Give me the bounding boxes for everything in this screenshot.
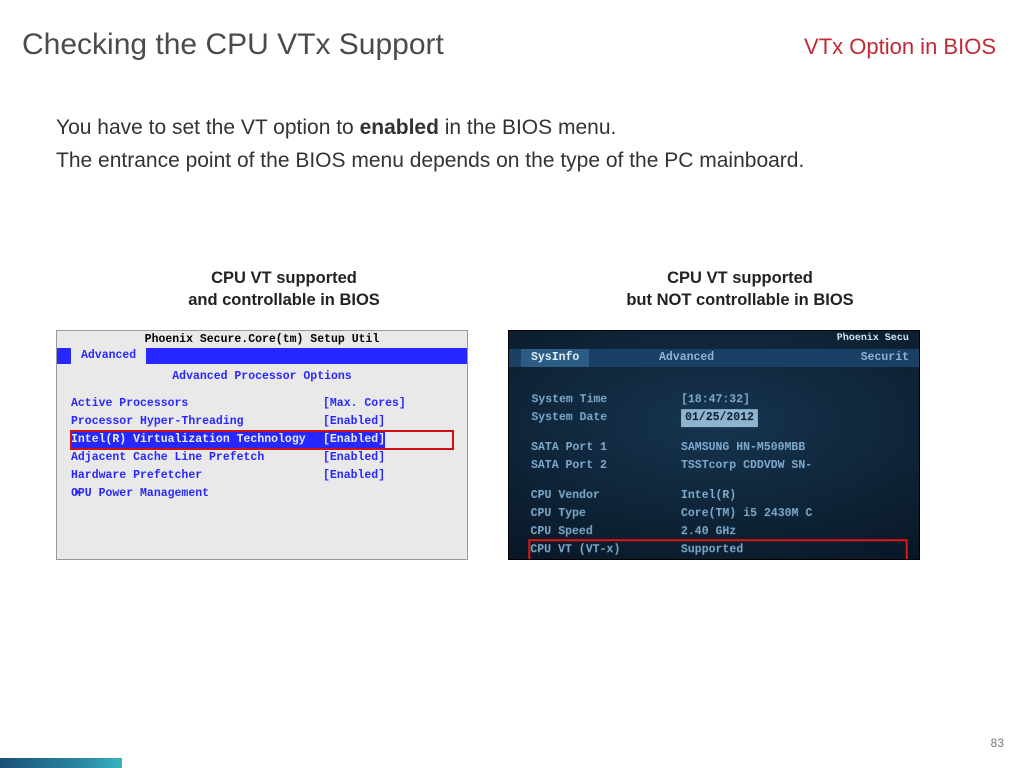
body-line1-post: in the BIOS menu. (439, 116, 616, 139)
bios-right-row: SATA Port 1SAMSUNG HN-M500MBB (531, 439, 905, 457)
bios-left-row: Processor Hyper-Threading[Enabled] (71, 413, 453, 431)
bios-right-row: CPU VendorIntel(R) (531, 487, 906, 505)
bios-right-row-label: System Date (531, 409, 681, 427)
bios-left-row: Active Processors[Max. Cores] (71, 395, 453, 413)
body-line1-bold: enabled (360, 116, 439, 139)
footer: 83 (0, 750, 1024, 768)
bios-left-row-label: Adjacent Cache Line Prefetch (71, 449, 323, 467)
bios-left-row-value: [Enabled] (323, 449, 385, 467)
bios-right-tab-advanced: Advanced (659, 349, 714, 367)
page-number: 83 (991, 736, 1004, 750)
slide-title: Checking the CPU VTx Support (22, 28, 444, 62)
bios-left-row-value: [Enabled] (323, 431, 385, 449)
bios-left-row-label: Processor Hyper-Threading (71, 413, 323, 431)
bios-screenshot-left: Phoenix Secure.Core(tm) Setup Util Advan… (56, 330, 468, 560)
body-line2: The entrance point of the BIOS menu depe… (56, 145, 968, 178)
caption-left-l1: CPU VT supported (56, 267, 512, 289)
bios-left-title: Phoenix Secure.Core(tm) Setup Util (57, 331, 467, 348)
bios-left-row-label: Intel(R) Virtualization Technology (71, 431, 323, 449)
bios-right-spacer (531, 427, 905, 439)
bios-left-section-title: Advanced Processor Options (57, 364, 467, 395)
bios-right-row-value: Core(TM) i5 2430M C (681, 505, 812, 523)
bios-left-row-value: [Max. Cores] (323, 395, 406, 413)
bios-left-rows: Active Processors[Max. Cores]Processor H… (57, 395, 467, 503)
bios-right-row-label: System Time (531, 391, 681, 409)
bios-right-row-label: CPU VT (VT-x) (530, 541, 681, 559)
bios-left-tab-row: Advanced (57, 348, 467, 364)
bios-right-row-value: Supported (681, 541, 743, 559)
bios-right-row: CPU VT (VT-x)Supported (530, 541, 906, 559)
caption-right-l2: but NOT controllable in BIOS (512, 289, 968, 311)
bios-right-row-label: SATA Port 1 (531, 439, 681, 457)
bios-right-spacer (531, 475, 905, 487)
bios-left-tab-advanced: Advanced (71, 348, 146, 364)
bios-right-row-label: CPU Speed (530, 523, 681, 541)
caption-left: CPU VT supported and controllable in BIO… (56, 267, 512, 312)
bios-right-tab-row: SysInfo Advanced Securit (509, 349, 919, 367)
bios-right-row: CPU TypeCore(TM) i5 2430M C (531, 505, 906, 523)
bios-left-row: Adjacent Cache Line Prefetch[Enabled] (71, 449, 453, 467)
bios-left-row: Hardware Prefetcher[Enabled] (71, 467, 453, 485)
slide-subtitle: VTx Option in BIOS (804, 34, 996, 60)
bios-right-row-label: CPU Vendor (531, 487, 681, 505)
bios-left-row-value: [Enabled] (323, 413, 385, 431)
bios-screenshot-right: Phoenix Secu SysInfo Advanced Securit Sy… (508, 330, 920, 560)
bios-right-row: System Date01/25/2012 (531, 409, 904, 427)
bios-right-row-value: 01/25/2012 (681, 409, 758, 427)
bios-right-body: System Time[18:47:32]System Date01/25/20… (508, 367, 920, 559)
bios-right-row-value: [18:47:32] (681, 391, 750, 409)
body-line1-pre: You have to set the VT option to (56, 116, 360, 139)
bios-right-row-value: Intel(R) (681, 487, 736, 505)
bios-right-row-label: CPU Type (531, 505, 681, 523)
bios-right-title: Phoenix Secu (836, 333, 909, 344)
bios-right-row-value: 2.40 GHz (681, 523, 736, 541)
bios-right-row-value: SAMSUNG HN-M500MBB (681, 439, 805, 457)
bios-right-row: SATA Port 2TSSTcorp CDDVDW SN- (531, 457, 905, 475)
footer-accent-bar (0, 758, 122, 768)
bios-left-row-label: CPU Power Management (71, 485, 323, 503)
bios-right-tab-security: Securit (861, 349, 909, 367)
bios-left-row: CPU Power Management (71, 485, 453, 503)
bios-right-tab-sysinfo: SysInfo (521, 349, 589, 367)
bios-right-row: System Time[18:47:32] (531, 391, 904, 409)
bios-left-row-label: Hardware Prefetcher (71, 467, 323, 485)
caption-left-l2: and controllable in BIOS (56, 289, 512, 311)
bios-right-row: CPU Speed2.40 GHz (530, 523, 905, 541)
bios-left-row-label: Active Processors (71, 395, 323, 413)
bios-left-row: Intel(R) Virtualization Technology[Enabl… (71, 431, 453, 449)
bios-right-row-label: SATA Port 2 (531, 457, 681, 475)
bios-left-row-value: [Enabled] (323, 467, 385, 485)
bios-right-row-value: TSSTcorp CDDVDW SN- (681, 457, 812, 475)
caption-right: CPU VT supported but NOT controllable in… (512, 267, 968, 312)
body-text: You have to set the VT option to enabled… (0, 72, 1024, 312)
caption-right-l1: CPU VT supported (512, 267, 968, 289)
